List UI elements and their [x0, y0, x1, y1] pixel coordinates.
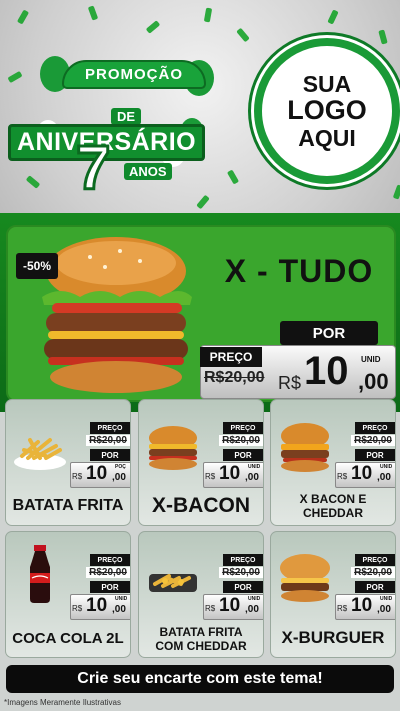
old-price: R$20,00 [351, 435, 395, 446]
currency: R$ [72, 472, 83, 481]
price-decimal: ,00 [245, 472, 259, 483]
price-integer: 10 [304, 349, 349, 393]
old-price: R$20,00 [219, 567, 263, 578]
fries-icon [149, 574, 197, 592]
product-name: X-BACON [152, 494, 250, 517]
price-integer: 10 [86, 463, 108, 484]
confetti [327, 9, 339, 25]
por-label: POR [90, 581, 130, 593]
price-integer: 10 [351, 463, 373, 484]
price-decimal: ,00 [112, 472, 126, 483]
disclaimer: *Imagens Meramente Ilustrativas [4, 698, 121, 707]
old-price: R$20,00 [86, 567, 130, 578]
price-integer: 10 [219, 463, 241, 484]
preco-label: PREÇO [355, 422, 395, 434]
unit-label: UNID [248, 596, 261, 602]
preco-label: PREÇO [355, 554, 395, 566]
product-card[interactable]: PREÇO R$20,00 POR R$ 10 UNID ,00 X-BURGU… [270, 531, 396, 658]
confetti [196, 194, 210, 210]
price-decimal: ,00 [358, 369, 389, 394]
de-label: DE [111, 108, 142, 125]
unit-label: UNID [248, 464, 261, 470]
years-number: 7 [74, 134, 112, 203]
discount-badge: -50% [16, 253, 58, 279]
product-card[interactable]: PREÇO R$20,00 POR R$ 10 POÇ ,00 BATATA F… [5, 399, 131, 526]
unit-label: POÇ [115, 464, 126, 470]
confetti [87, 5, 99, 21]
logo-line-1: SUA [302, 70, 352, 97]
unit-label: UNID [380, 596, 393, 602]
confetti [145, 20, 161, 34]
product-name: COCA COLA 2L [12, 630, 124, 647]
soda-bottle-icon [30, 545, 50, 603]
confetti [378, 29, 388, 45]
logo-placeholder[interactable]: SUA LOGO AQUI [254, 38, 400, 184]
product-name: X - TUDO [224, 253, 374, 289]
price-integer: 10 [219, 595, 241, 616]
burger-icon [281, 423, 329, 472]
fries-icon [14, 438, 66, 470]
preco-label: PREÇO [200, 347, 262, 367]
por-label: POR [355, 449, 395, 461]
currency: R$ [337, 472, 348, 481]
header-banner: PROMOÇÃO DE ANIVERSÁRIO 7 ANOS SUA LOGO … [0, 0, 400, 215]
product-name: BATATA FRITA [12, 497, 124, 514]
price-integer: 10 [86, 595, 108, 616]
product-name: BATATA FRITA COM CHEDDAR [155, 625, 247, 653]
por-label: POR [223, 449, 263, 461]
burger-icon [280, 554, 330, 602]
product-name: X-BURGUER [281, 628, 385, 647]
preco-label: PREÇO [223, 554, 263, 566]
confetti [16, 9, 30, 25]
preco-label: PREÇO [90, 554, 130, 566]
burger-icon [149, 426, 197, 470]
product-card[interactable]: PREÇO R$20,00 POR R$ 10 UNID ,00 X-BACON [138, 399, 264, 526]
product-card[interactable]: PREÇO R$20,00 POR R$ 10 UNID ,00 X BACON… [270, 399, 396, 526]
unit-label: UNID [361, 355, 381, 364]
por-label: POR [355, 581, 395, 593]
price-integer: 10 [351, 595, 373, 616]
promo-label: PROMOÇÃO [62, 60, 206, 89]
por-label: POR [223, 581, 263, 593]
anniversary-title: PROMOÇÃO DE ANIVERSÁRIO 7 ANOS [6, 38, 242, 201]
old-price: R$20,00 [204, 369, 265, 386]
preco-label: PREÇO [223, 422, 263, 434]
unit-label: UNID [115, 596, 128, 602]
cta-button[interactable]: Crie seu encarte com este tema! [6, 665, 394, 693]
currency: R$ [72, 604, 83, 613]
featured-product[interactable]: -50% X - TUDO POR PREÇO R$20,00 R$ 10 UN… [6, 225, 396, 402]
preco-label: PREÇO [90, 422, 130, 434]
anos-label: ANOS [124, 163, 172, 180]
price-decimal: ,00 [377, 472, 391, 483]
confetti [392, 184, 400, 200]
currency: R$ [205, 472, 216, 481]
flyer-body: -50% X - TUDO POR PREÇO R$20,00 R$ 10 UN… [0, 213, 400, 711]
logo-line-3: AQUI [298, 124, 356, 151]
confetti [203, 7, 213, 23]
currency: R$ [337, 604, 348, 613]
por-label: POR [90, 449, 130, 461]
old-price: R$20,00 [219, 435, 263, 446]
product-card[interactable]: PREÇO R$20,00 POR R$ 10 UNID ,00 BATATA … [138, 531, 264, 658]
old-price: R$20,00 [86, 435, 130, 446]
price-decimal: ,00 [245, 604, 259, 615]
unit-label: UNID [380, 464, 393, 470]
por-label: POR [280, 321, 378, 345]
old-price: R$20,00 [351, 567, 395, 578]
currency: R$ [205, 604, 216, 613]
product-card[interactable]: PREÇO R$20,00 POR R$ 10 UNID ,00 COCA CO… [5, 531, 131, 658]
product-name: X BACON E CHEDDAR [299, 492, 367, 520]
logo-line-2: LOGO [287, 95, 367, 126]
price-decimal: ,00 [112, 604, 126, 615]
price-decimal: ,00 [377, 604, 391, 615]
currency: R$ [278, 373, 302, 393]
